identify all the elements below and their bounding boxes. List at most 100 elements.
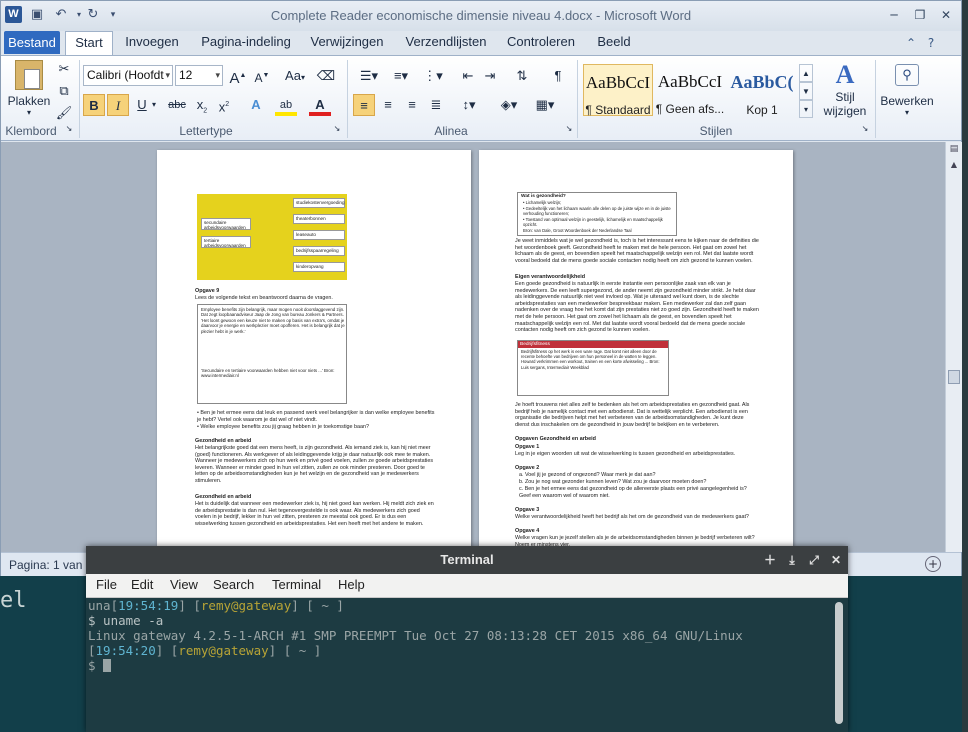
paste-dropdown-icon: ▾: [26, 108, 31, 117]
bold-button[interactable]: B: [83, 94, 105, 116]
tab-start[interactable]: Start: [65, 31, 113, 55]
document-page-2[interactable]: Wat is gezondheid? • Lichamelijk welzijn…: [479, 150, 793, 552]
style-geen-afstand[interactable]: AaBbCcI ¶ Geen afs...: [655, 64, 725, 116]
terminal-line: una[19:54:19] [remy@gateway] [ ~ ]: [88, 598, 344, 613]
paragraph: Een goede gezondheid is natuurlijk in ee…: [515, 281, 759, 334]
style-kop-1[interactable]: AaBbC( Kop 1: [727, 64, 797, 117]
cut-icon[interactable]: ✂: [53, 58, 75, 80]
font-launcher-icon[interactable]: ↘: [331, 122, 343, 136]
numbering-icon[interactable]: ≡▾: [387, 65, 415, 87]
italic-button[interactable]: I: [107, 94, 129, 116]
styles-launcher-icon[interactable]: ↘: [859, 122, 871, 136]
paragraph: Het belangrijkste goed dat een mens heef…: [195, 445, 434, 484]
ribbon-minimize-icon[interactable]: ⌃: [903, 35, 919, 51]
ruler-toggle-icon[interactable]: ▤: [948, 144, 960, 156]
font-name-combo[interactable]: Calibri (Hoofdt ▾: [83, 65, 173, 86]
underline-dropdown-icon[interactable]: ▾: [149, 94, 159, 116]
box-item: • Toestand van optimaal welzijn in geest…: [523, 217, 663, 228]
editing-button[interactable]: ⚲ Bewerken ▾: [879, 60, 935, 120]
tab-verwijzingen[interactable]: Verwijzingen: [307, 31, 387, 55]
maximize-icon[interactable]: ⤢: [806, 552, 822, 568]
page-count-status[interactable]: Pagina: 1 van 9: [9, 558, 92, 572]
bullets-icon[interactable]: ☰▾: [355, 65, 383, 87]
menu-help[interactable]: Help: [338, 577, 365, 592]
heading: Gezondheid en arbeid: [195, 438, 252, 444]
minimize-icon[interactable]: ⤓: [784, 552, 800, 568]
increase-indent-icon[interactable]: ⇥: [479, 65, 501, 87]
restore-button[interactable]: ❐: [909, 6, 931, 24]
tab-pagina-indeling[interactable]: Pagina-indeling: [197, 31, 295, 55]
help-icon[interactable]: ?: [923, 35, 939, 51]
change-styles-label-2: wijzigen: [823, 104, 867, 118]
highlight-button[interactable]: ab: [275, 94, 297, 116]
close-icon[interactable]: ✕: [828, 552, 844, 568]
shrink-font-icon: A: [254, 71, 263, 85]
menu-file[interactable]: File: [96, 577, 117, 592]
paste-button[interactable]: Plakken ▾: [7, 60, 51, 120]
style-name: ¶ Standaard: [585, 103, 651, 117]
menu-terminal[interactable]: Terminal: [272, 577, 321, 592]
menu-search[interactable]: Search: [213, 577, 254, 592]
tab-invoegen[interactable]: Invoegen: [119, 31, 185, 55]
zoom-in-icon[interactable]: +: [925, 556, 941, 572]
clipboard-launcher-icon[interactable]: ↘: [63, 122, 75, 136]
tab-bestand[interactable]: Bestand: [4, 31, 60, 54]
quote-text: Employee benefits zijn belangrijk, maar …: [201, 307, 345, 334]
font-color-button[interactable]: A: [309, 94, 331, 116]
shading-icon[interactable]: ◈▾: [495, 94, 523, 116]
menu-view[interactable]: View: [170, 577, 198, 592]
minimize-button[interactable]: ─: [883, 6, 905, 24]
document-area[interactable]: secundaire arbeidsvoorwaarden tertiaire …: [1, 142, 945, 552]
strikethrough-button[interactable]: abc: [165, 94, 189, 116]
shrink-font-button[interactable]: A▼: [251, 65, 273, 87]
tab-beeld[interactable]: Beeld: [591, 31, 637, 55]
text-effects-button[interactable]: A: [245, 94, 267, 116]
grow-font-button[interactable]: A▲: [227, 65, 249, 87]
justify-icon[interactable]: ≣: [425, 94, 447, 116]
copy-icon[interactable]: ⧉: [53, 80, 75, 102]
styles-scroll-up-icon[interactable]: ▲: [799, 64, 813, 82]
superscript-button[interactable]: x2: [213, 94, 235, 116]
clear-format-icon[interactable]: ⌫: [315, 65, 337, 87]
prompt-host: una: [88, 598, 111, 613]
font-size-combo[interactable]: 12 ▾: [175, 65, 223, 86]
change-styles-icon: A: [835, 60, 855, 89]
borders-icon[interactable]: ▦▾: [531, 94, 559, 116]
group-separator: [577, 60, 578, 138]
heading: Opgave 1: [515, 444, 540, 450]
heading: Opgave 4: [515, 528, 540, 534]
heading: Opgave 3: [515, 507, 540, 513]
decrease-indent-icon[interactable]: ⇤: [457, 65, 479, 87]
tab-verzendlijsten[interactable]: Verzendlijsten: [399, 31, 493, 55]
align-center-icon[interactable]: ≡: [377, 94, 399, 116]
terminal-output[interactable]: una[19:54:19] [remy@gateway] [ ~ ] $ una…: [86, 598, 830, 732]
change-styles-button[interactable]: A Stijl wijzigen: [817, 60, 873, 122]
text-cursor: [103, 659, 112, 672]
close-button[interactable]: ✕: [935, 6, 957, 24]
terminal-scrollbar[interactable]: [830, 598, 848, 732]
show-formatting-icon[interactable]: ¶: [547, 65, 569, 87]
align-right-icon[interactable]: ≡: [401, 94, 423, 116]
multilevel-list-icon[interactable]: ⋮▾: [419, 65, 447, 87]
style-standaard[interactable]: AaBbCcI ¶ Standaard: [583, 64, 653, 117]
scroll-up-icon[interactable]: ▲: [948, 160, 960, 172]
styles-scroll-down-icon[interactable]: ▼: [799, 82, 813, 100]
scrollbar-thumb[interactable]: [948, 370, 960, 384]
vertical-scrollbar[interactable]: ▤ ▲: [945, 142, 962, 552]
terminal-scrollbar-thumb[interactable]: [835, 602, 843, 724]
align-left-icon[interactable]: ≡: [353, 94, 375, 116]
change-case-button[interactable]: Aa▾: [281, 65, 309, 87]
new-tab-icon[interactable]: ＋: [762, 552, 778, 568]
window-title: Complete Reader economische dimensie niv…: [270, 8, 692, 23]
menu-edit[interactable]: Edit: [131, 577, 153, 592]
sort-icon[interactable]: ⇅: [511, 65, 533, 87]
tab-controleren[interactable]: Controleren: [503, 31, 579, 55]
document-page-1[interactable]: secundaire arbeidsvoorwaarden tertiaire …: [157, 150, 471, 552]
format-painter-icon[interactable]: 🖌: [53, 102, 75, 124]
line-spacing-icon[interactable]: ↕▾: [455, 94, 483, 116]
paragraph-launcher-icon[interactable]: ↘: [563, 122, 575, 136]
chevron-down-icon: ▾: [165, 70, 170, 80]
subscript-button[interactable]: x2: [191, 94, 213, 116]
bullet-item: • Welke employee benefits zou jij graag …: [197, 424, 370, 430]
styles-more-icon[interactable]: ▾: [799, 100, 813, 118]
